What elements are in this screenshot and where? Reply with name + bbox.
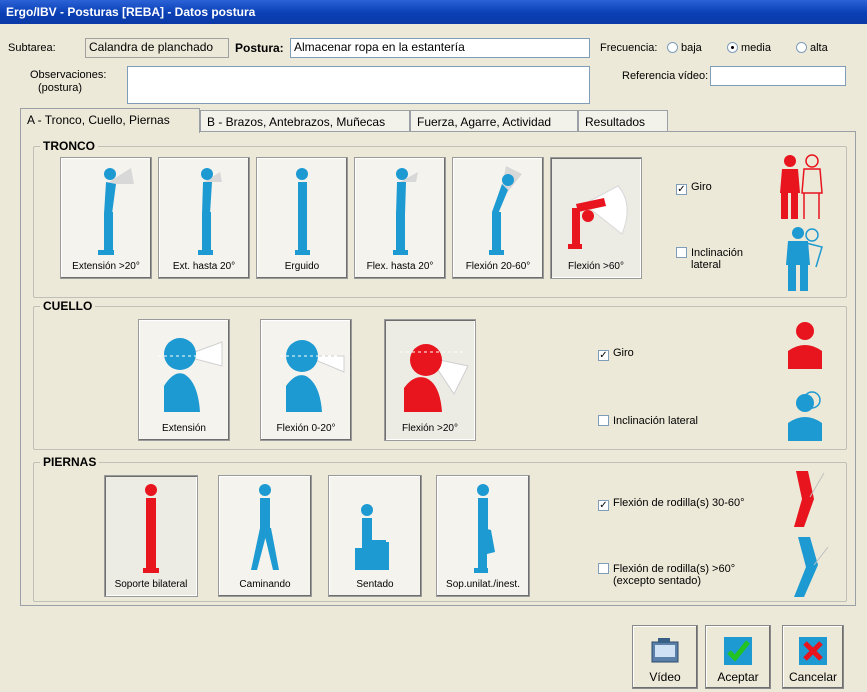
tronco-flexion-20-60-button[interactable]: Flexión 20-60° — [452, 157, 544, 279]
neck-flexion-icon — [400, 344, 469, 412]
piernas-soporte-bilateral-button[interactable]: Soporte bilateral — [104, 475, 198, 597]
tronco-inclinacion-checkbox[interactable]: Inclinación lateral — [676, 247, 743, 271]
posture-caption: Soporte bilateral — [114, 579, 188, 590]
posture-caption: Flex. hasta 20° — [366, 261, 434, 272]
cuello-flexion-20-button[interactable]: Flexión >20° — [384, 319, 476, 441]
posture-caption: Sentado — [356, 579, 394, 590]
radio-dot-selected — [727, 42, 738, 53]
postura-input[interactable]: Almacenar ropa en la estantería — [290, 38, 590, 58]
checkbox-checked: ✓ — [598, 500, 609, 511]
tab-resultados[interactable]: Resultados — [578, 110, 668, 132]
radio-dot — [796, 42, 807, 53]
checkbox-unchecked — [598, 415, 609, 426]
video-button-label: Vídeo — [649, 670, 681, 684]
frecuencia-media-radio[interactable]: media — [727, 42, 771, 54]
checkbox-checked: ✓ — [676, 184, 687, 195]
aceptar-button-label: Aceptar — [717, 670, 759, 684]
window-title: Ergo/IBV - Posturas [REBA] - Datos postu… — [0, 0, 867, 24]
cuello-title: CUELLO — [40, 299, 96, 313]
legs-sitting-icon — [355, 504, 389, 570]
tab-tronco-cuello-piernas[interactable]: A - Tronco, Cuello, Piernas — [20, 108, 200, 133]
trunk-slight-flexion-icon — [393, 168, 418, 255]
frecuencia-alta-radio[interactable]: alta — [796, 42, 828, 54]
aceptar-button[interactable]: Aceptar — [705, 625, 771, 689]
posture-caption: Sop.unilat./inest. — [446, 579, 520, 590]
cuello-giro-checkbox[interactable]: ✓ Giro — [598, 347, 634, 361]
video-button[interactable]: Vídeo — [632, 625, 698, 689]
postura-label: Postura: — [235, 41, 284, 55]
radio-dot — [667, 42, 678, 53]
referencia-video-input[interactable] — [710, 66, 846, 86]
tronco-flexion-60-button[interactable]: Flexión >60° — [550, 157, 642, 279]
piernas-flexion-60-checkbox[interactable]: Flexión de rodilla(s) >60° (excepto sent… — [598, 563, 735, 587]
posture-caption: Caminando — [239, 579, 291, 590]
knee-flexion-30-60-icon — [794, 471, 825, 527]
trunk-flexion-icon — [489, 166, 522, 255]
checkbox-checked: ✓ — [598, 350, 609, 361]
neck-extension-icon — [158, 338, 223, 412]
posture-caption: Flexión >60° — [568, 261, 624, 272]
tronco-ext-hasta-20-button[interactable]: Ext. hasta 20° — [158, 157, 250, 279]
neck-rotation-icon — [788, 322, 822, 369]
subtarea-field: Calandra de planchado — [85, 38, 229, 58]
tronco-erguido-button[interactable]: Erguido — [256, 157, 348, 279]
cuello-inclinacion-checkbox[interactable]: Inclinación lateral — [598, 415, 698, 427]
trunk-upright-icon — [295, 168, 310, 255]
piernas-caminando-button[interactable]: Caminando — [218, 475, 312, 597]
cuello-extension-button[interactable]: Extensión — [138, 319, 230, 441]
trunk-slight-extension-icon — [198, 168, 222, 255]
posture-caption: Extensión >20° — [72, 261, 140, 272]
checkbox-unchecked — [598, 563, 609, 574]
referencia-video-label: Referencia vídeo: — [622, 70, 709, 82]
trunk-extension-icon — [98, 168, 134, 255]
legs-walking-icon — [251, 484, 279, 570]
tab-fuerza-agarre-actividad[interactable]: Fuerza, Agarre, Actividad — [410, 110, 578, 132]
cuello-flexion-0-20-button[interactable]: Flexión 0-20° — [260, 319, 352, 441]
tronco-extension-20-button[interactable]: Extensión >20° — [60, 157, 152, 279]
posture-caption: Extensión — [162, 423, 206, 434]
cuello-group: CUELLO Extensión Flexión 0-20° Flexión >… — [33, 299, 847, 450]
tab-panel: TRONCO Extensión >20° Ext. hasta 20° Erg… — [20, 131, 856, 606]
legs-unilateral-support-icon — [474, 484, 495, 573]
piernas-flexion-30-60-checkbox[interactable]: ✓ Flexión de rodilla(s) 30-60° — [598, 497, 745, 511]
tronco-giro-checkbox[interactable]: ✓ Giro — [676, 181, 712, 195]
checkbox-unchecked — [676, 247, 687, 258]
posture-caption: Flexión >20° — [402, 423, 458, 434]
piernas-sentado-button[interactable]: Sentado — [328, 475, 422, 597]
posture-caption: Erguido — [284, 261, 320, 272]
frecuencia-baja-radio[interactable]: baja — [667, 42, 702, 54]
neck-slight-flexion-icon — [280, 340, 345, 412]
observaciones-sublabel: (postura) — [38, 82, 83, 94]
cancelar-button-label: Cancelar — [788, 670, 838, 684]
piernas-soporte-unilateral-button[interactable]: Sop.unilat./inest. — [436, 475, 530, 597]
cancel-x-icon — [799, 637, 827, 665]
piernas-group: PIERNAS Soporte bilateral Caminando Sent… — [33, 455, 847, 602]
trunk-deep-flexion-icon — [568, 185, 628, 249]
video-icon — [651, 638, 679, 663]
tronco-group: TRONCO Extensión >20° Ext. hasta 20° Erg… — [33, 139, 847, 298]
frecuencia-label: Frecuencia: — [600, 42, 658, 54]
subtarea-label: Subtarea: — [8, 42, 56, 54]
tronco-title: TRONCO — [40, 139, 98, 153]
cancelar-button[interactable]: Cancelar — [782, 625, 844, 689]
knee-flexion-60-icon — [794, 537, 828, 597]
neck-lateral-bend-icon — [788, 391, 822, 441]
legs-bilateral-support-icon — [143, 484, 159, 573]
posture-caption: Flexión 0-20° — [276, 423, 336, 434]
posture-caption: Flexión 20-60° — [465, 261, 531, 272]
posture-caption: Ext. hasta 20° — [172, 261, 236, 272]
observaciones-input[interactable] — [127, 66, 590, 104]
trunk-rotation-icon — [780, 154, 823, 219]
reba-posture-window: Ergo/IBV - Posturas [REBA] - Datos postu… — [0, 0, 867, 692]
checkmark-icon — [724, 637, 752, 665]
trunk-lateral-bend-icon — [786, 227, 823, 291]
tab-brazos-antebrazos-munecas[interactable]: B - Brazos, Antebrazos, Muñecas — [200, 110, 410, 132]
tronco-flex-hasta-20-button[interactable]: Flex. hasta 20° — [354, 157, 446, 279]
piernas-title: PIERNAS — [40, 455, 100, 469]
observaciones-label: Observaciones: — [30, 69, 107, 81]
